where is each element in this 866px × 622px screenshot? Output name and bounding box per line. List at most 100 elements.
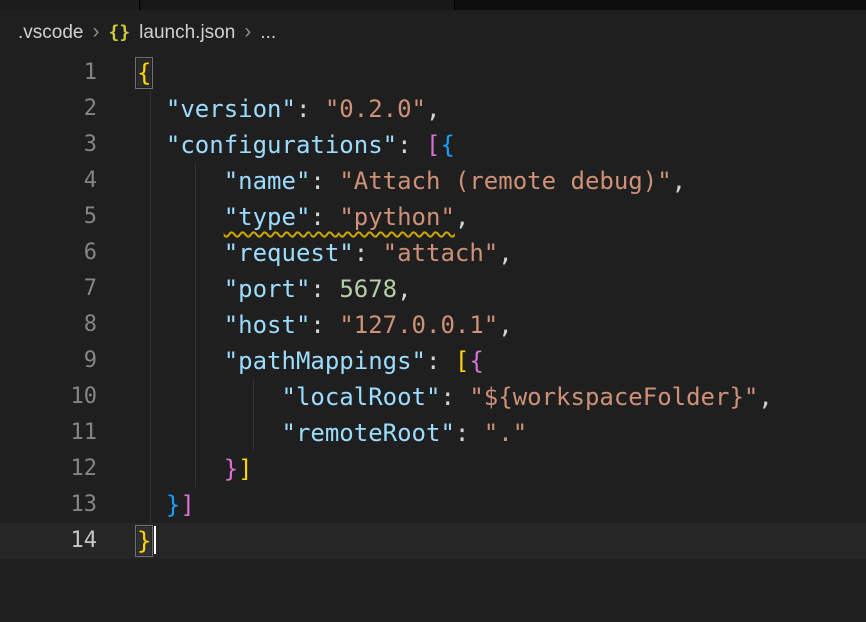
- line-number: 2: [0, 91, 137, 127]
- code-line[interactable]: 11 "remoteRoot": ".": [0, 415, 866, 451]
- code-line[interactable]: 8 "host": "127.0.0.1",: [0, 307, 866, 343]
- code-text: "localRoot": "${workspaceFolder}",: [137, 379, 773, 415]
- punctuation: :: [310, 311, 339, 339]
- code-line[interactable]: 10 "localRoot": "${workspaceFolder}",: [0, 379, 866, 415]
- code-text: "host": "127.0.0.1",: [137, 307, 513, 343]
- line-number: 9: [0, 343, 137, 379]
- bracket: {: [440, 131, 454, 159]
- line-number: 12: [0, 451, 137, 487]
- bracket: }: [224, 455, 238, 483]
- code-line[interactable]: 13 }]: [0, 487, 866, 523]
- code-line[interactable]: 3 "configurations": [{: [0, 127, 866, 163]
- punctuation: :: [310, 275, 339, 303]
- tab-strip-segment: [0, 0, 140, 10]
- editor-lines: 1{2 "version": "0.2.0",3 "configurations…: [0, 55, 866, 559]
- bracket: ]: [238, 455, 252, 483]
- line-number: 14: [0, 523, 137, 559]
- json-key: "port": [224, 275, 311, 303]
- code-line[interactable]: 14}: [0, 523, 866, 559]
- code-line[interactable]: 7 "port": 5678,: [0, 271, 866, 307]
- punctuation: :: [310, 167, 339, 195]
- bracket: ]: [180, 491, 194, 519]
- matched-bracket: }: [137, 527, 151, 555]
- code-text: }: [137, 523, 156, 559]
- bracket: [: [426, 131, 440, 159]
- punctuation: ,: [758, 383, 772, 411]
- indent-guide: [150, 91, 151, 523]
- code-line[interactable]: 5 "type": "python",: [0, 199, 866, 235]
- code-line[interactable]: 12 }]: [0, 451, 866, 487]
- punctuation: ,: [672, 167, 686, 195]
- punctuation: ,: [498, 311, 512, 339]
- tab-strip: [0, 0, 866, 10]
- chevron-right-icon: ›: [244, 21, 251, 42]
- code-line[interactable]: 1{: [0, 55, 866, 91]
- code-text: "port": 5678,: [137, 271, 412, 307]
- line-number: 10: [0, 379, 137, 415]
- json-key: "pathMappings": [224, 347, 426, 375]
- punctuation: :: [455, 419, 484, 447]
- line-number: 1: [0, 55, 137, 91]
- line-number: 7: [0, 271, 137, 307]
- number-value: 5678: [339, 275, 397, 303]
- indent-guide: [195, 163, 196, 487]
- code-line[interactable]: 6 "request": "attach",: [0, 235, 866, 271]
- bracket: [: [455, 347, 469, 375]
- code-text: "name": "Attach (remote debug)",: [137, 163, 686, 199]
- punctuation: [137, 419, 282, 447]
- vscode-window: .vscode › {} launch.json › ... 1{2 "vers…: [0, 0, 866, 622]
- string-value: "127.0.0.1": [339, 311, 498, 339]
- json-key: "version": [166, 95, 296, 123]
- breadcrumb: .vscode › {} launch.json › ...: [0, 10, 866, 55]
- code-text: }]: [137, 487, 195, 523]
- tab-strip-segment: [141, 0, 455, 10]
- punctuation: :: [296, 95, 325, 123]
- string-value: "attach": [383, 239, 499, 267]
- string-value: ".": [484, 419, 527, 447]
- line-number: 11: [0, 415, 137, 451]
- code-text: {: [137, 55, 151, 91]
- punctuation: :: [310, 203, 339, 231]
- line-number: 5: [0, 199, 137, 235]
- line-number: 3: [0, 127, 137, 163]
- json-key: "name": [224, 167, 311, 195]
- punctuation: :: [426, 347, 455, 375]
- bracket: {: [469, 347, 483, 375]
- code-text: "type": "python",: [137, 199, 469, 235]
- json-key: "localRoot": [282, 383, 441, 411]
- breadcrumb-symbol-more[interactable]: ...: [260, 22, 276, 44]
- chevron-right-icon: ›: [92, 21, 99, 42]
- line-number: 4: [0, 163, 137, 199]
- string-value: "python": [339, 203, 455, 231]
- matched-bracket: {: [137, 59, 151, 87]
- punctuation: [137, 491, 166, 519]
- breadcrumb-folder[interactable]: .vscode: [18, 22, 83, 44]
- code-text: "request": "attach",: [137, 235, 513, 271]
- json-key: "request": [224, 239, 354, 267]
- string-value: "0.2.0": [325, 95, 426, 123]
- bracket: }: [166, 491, 180, 519]
- line-number: 8: [0, 307, 137, 343]
- code-line[interactable]: 2 "version": "0.2.0",: [0, 91, 866, 127]
- line-number: 13: [0, 487, 137, 523]
- punctuation: :: [354, 239, 383, 267]
- punctuation: [137, 131, 166, 159]
- punctuation: :: [397, 131, 426, 159]
- editor[interactable]: 1{2 "version": "0.2.0",3 "configurations…: [0, 55, 866, 559]
- punctuation: ,: [397, 275, 411, 303]
- breadcrumb-file[interactable]: launch.json: [139, 22, 235, 44]
- json-key: "type": [224, 203, 311, 231]
- punctuation: ,: [455, 203, 469, 231]
- line-number: 6: [0, 235, 137, 271]
- json-key: "remoteRoot": [282, 419, 455, 447]
- json-key: "host": [224, 311, 311, 339]
- code-line[interactable]: 9 "pathMappings": [{: [0, 343, 866, 379]
- code-text: "version": "0.2.0",: [137, 91, 440, 127]
- indent-guide: [253, 379, 254, 451]
- punctuation: ,: [498, 239, 512, 267]
- code-text: "pathMappings": [{: [137, 343, 484, 379]
- punctuation: [137, 383, 282, 411]
- punctuation: [137, 95, 166, 123]
- code-line[interactable]: 4 "name": "Attach (remote debug)",: [0, 163, 866, 199]
- json-key: "configurations": [166, 131, 397, 159]
